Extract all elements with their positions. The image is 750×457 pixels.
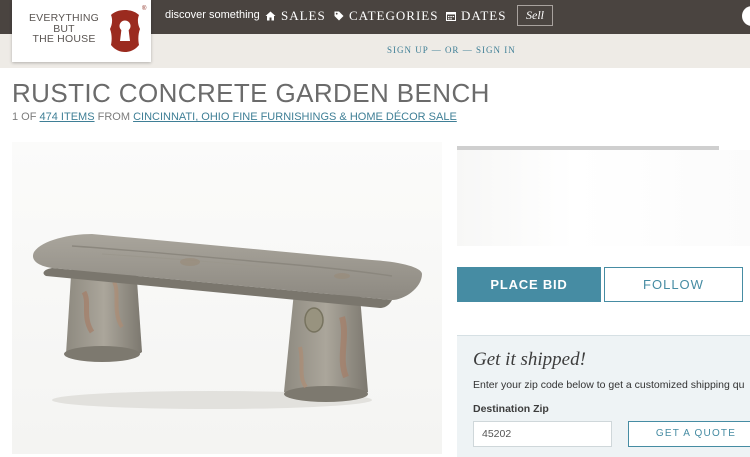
keyhole-logo-icon (110, 10, 140, 52)
page-title: RUSTIC CONCRETE GARDEN BENCH (12, 78, 490, 108)
nav-sales[interactable]: SALES (265, 8, 326, 24)
zip-input[interactable] (473, 421, 612, 447)
product-image[interactable] (12, 142, 442, 454)
nav-sales-label: SALES (281, 8, 326, 23)
shipping-panel: Get it shipped! Enter your zip code belo… (457, 335, 750, 457)
calendar-icon (446, 12, 456, 21)
item-position: 1 OF (12, 111, 37, 123)
place-bid-button[interactable]: PLACE BID (457, 267, 601, 302)
site-logo[interactable]: EVERYTHING BUT THE HOUSE ® (12, 0, 151, 62)
tag-icon (334, 11, 344, 21)
nav-categories[interactable]: CATEGORIES (334, 8, 438, 24)
sell-button[interactable]: Sell (517, 5, 553, 26)
get-quote-button[interactable]: GET A QUOTE (628, 421, 750, 447)
nav-dates[interactable]: DATES (446, 8, 506, 24)
from-label: FROM (97, 111, 130, 123)
sign-in-link[interactable]: SIGN IN (476, 45, 516, 55)
sign-up-link[interactable]: SIGN UP (387, 45, 428, 55)
nav-dates-label: DATES (461, 8, 507, 23)
logo-wordmark: EVERYTHING BUT THE HOUSE (20, 13, 108, 45)
auth-links: SIGN UP — OR — SIGN IN (387, 45, 516, 55)
shipping-description: Enter your zip code below to get a custo… (473, 379, 745, 391)
bid-info-area (457, 150, 750, 246)
zip-label: Destination Zip (473, 403, 549, 415)
follow-button[interactable]: FOLLOW (604, 267, 743, 302)
home-icon (265, 11, 276, 21)
item-breadcrumb: 1 OF 474 ITEMS FROM CINCINNATI, OHIO FIN… (12, 111, 457, 123)
bench-illustration (32, 234, 422, 409)
discover-something-link[interactable]: discover something (165, 9, 260, 21)
shipping-title: Get it shipped! (473, 349, 586, 370)
items-count-link[interactable]: 474 ITEMS (40, 111, 95, 123)
nav-categories-label: CATEGORIES (349, 8, 439, 23)
sale-link[interactable]: CINCINNATI, OHIO FINE FURNISHINGS & HOME… (133, 111, 457, 123)
auth-separator: — OR — (431, 45, 473, 55)
logo-line-1: EVERYTHING (28, 12, 100, 24)
logo-line-3: THE HOUSE (32, 33, 96, 45)
logo-registered-mark: ® (142, 6, 147, 12)
